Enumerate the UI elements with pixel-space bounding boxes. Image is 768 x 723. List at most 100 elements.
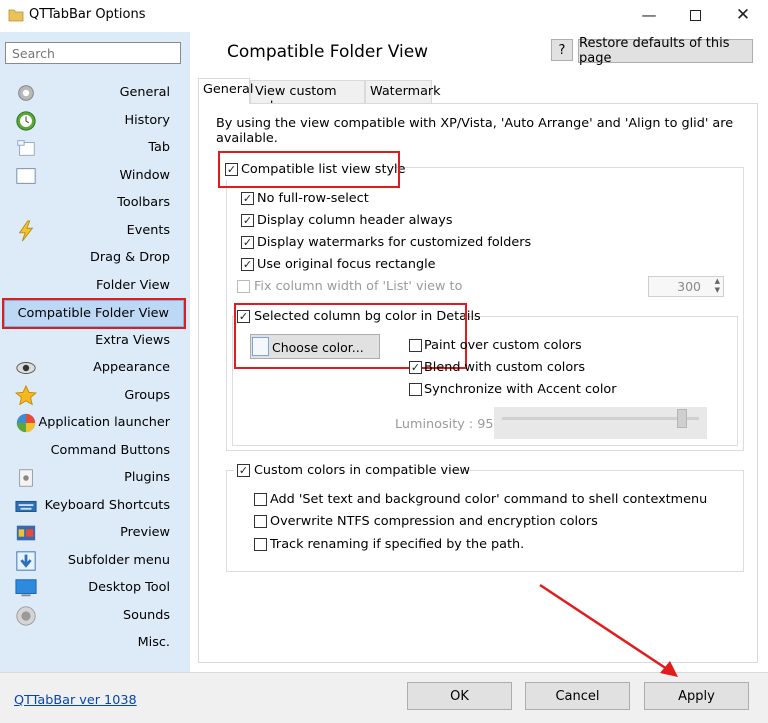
no-full-row-select-checkbox[interactable]: ✓ (241, 192, 254, 205)
sidebar-item-preview[interactable]: Preview (4, 520, 184, 547)
tab-general[interactable]: General (198, 78, 253, 104)
misc-icon (14, 632, 38, 654)
sidebar-item-label: General (119, 85, 170, 100)
fix-column-width-label: Fix column width of 'List' view to (254, 279, 463, 294)
track-renaming-label: Track renaming if specified by the path. (270, 537, 525, 552)
sidebar-item-command-buttons[interactable]: Command Buttons (4, 438, 184, 465)
track-renaming-checkbox[interactable] (254, 538, 267, 551)
sidebar-item-subfolder-menu[interactable]: Subfolder menu (4, 548, 184, 575)
sidebar-item-folder-view[interactable]: Folder View (4, 273, 184, 300)
sidebar-item-general[interactable]: General (4, 80, 184, 107)
paint-over-checkbox[interactable] (409, 339, 422, 352)
lightning-icon (14, 219, 38, 242)
sidebar-item-misc[interactable]: Misc. (4, 630, 184, 657)
custom-colors-label: Custom colors in compatible view (254, 463, 471, 478)
tab-watermark[interactable]: Watermark (365, 80, 441, 103)
help-icon: ? (558, 42, 566, 58)
spinner-arrows-icon[interactable]: ▲ ▼ (715, 277, 720, 295)
star-icon (14, 384, 38, 407)
sidebar-item-label: Sounds (123, 607, 170, 623)
sidebar-item-application-launcher[interactable]: Application launcher (4, 410, 184, 437)
sidebar-item-drag-drop[interactable]: Drag & Drop (4, 245, 184, 272)
close-button[interactable]: ✕ (720, 0, 766, 30)
add-set-color-command-checkbox[interactable] (254, 493, 267, 506)
sidebar-item-plugins[interactable]: Plugins (4, 465, 184, 492)
version-link[interactable]: QTTabBar ver 1038 (14, 693, 137, 708)
no-full-row-select-label: No full-row-select (257, 191, 369, 206)
sidebar-item-label: Application launcher (38, 415, 170, 430)
plugin-icon (14, 467, 38, 489)
sidebar-item-groups[interactable]: Groups (4, 383, 184, 410)
sidebar-item-label: Preview (120, 525, 170, 540)
help-button[interactable]: ? (551, 39, 573, 61)
blend-checkbox[interactable]: ✓ (409, 361, 422, 374)
sidebar-item-label: Subfolder menu (67, 552, 170, 568)
cancel-button[interactable]: Cancel (525, 682, 630, 710)
luminosity-label: Luminosity : 95 (395, 417, 494, 432)
page-title: Compatible Folder View (227, 42, 429, 62)
sidebar-item-sounds[interactable]: Sounds (4, 603, 184, 630)
sidebar-item-events[interactable]: Events (4, 218, 184, 245)
maximize-button[interactable] (672, 0, 718, 30)
display-watermarks-checkbox[interactable]: ✓ (241, 236, 254, 249)
display-column-header-checkbox[interactable]: ✓ (241, 214, 254, 227)
fix-column-width-checkbox[interactable] (237, 280, 250, 293)
column-width-spinner[interactable]: 300 ▲ ▼ (648, 276, 724, 297)
search-input[interactable] (5, 42, 181, 64)
app-launcher-icon (14, 412, 38, 434)
preview-icon (14, 522, 38, 544)
overwrite-ntfs-checkbox[interactable] (254, 515, 267, 528)
sidebar-item-window[interactable]: Window (4, 163, 184, 190)
sidebar-item-appearance[interactable]: Appearance (4, 355, 184, 382)
sidebar-item-label: Toolbars (117, 195, 170, 210)
sidebar-item-label: Command Buttons (50, 442, 170, 458)
folder-view-icon (14, 275, 38, 297)
window-icon (14, 165, 38, 187)
drag-drop-icon (14, 247, 38, 269)
sidebar-item-extra-views[interactable]: Extra Views (4, 328, 184, 355)
slider-rail (502, 417, 699, 420)
sidebar-item-tab[interactable]: Tab (4, 135, 184, 162)
sync-accent-label: Synchronize with Accent color (424, 382, 617, 397)
slider-thumb[interactable] (677, 409, 687, 428)
command-buttons-icon (14, 440, 38, 462)
sidebar-item-label: Plugins (124, 470, 170, 485)
sync-accent-checkbox[interactable] (409, 383, 422, 396)
extra-views-icon (14, 330, 38, 352)
original-focus-rect-checkbox[interactable]: ✓ (241, 258, 254, 271)
window-title: QTTabBar Options (29, 7, 146, 22)
overwrite-ntfs-label: Overwrite NTFS compression and encryptio… (270, 514, 598, 529)
paint-over-label: Paint over custom colors (424, 338, 582, 353)
sidebar-item-label: Desktop Tool (88, 580, 170, 595)
sidebar-item-label: Appearance (93, 360, 170, 375)
ok-button[interactable]: OK (407, 682, 512, 710)
minimize-icon: — (641, 6, 657, 24)
keyboard-icon (14, 495, 38, 517)
annotation-arrow-icon (539, 583, 678, 677)
sidebar-item-label: Drag & Drop (90, 250, 170, 265)
display-column-header-label: Display column header always (257, 213, 453, 228)
subfolder-arrow-icon (14, 550, 38, 572)
close-icon: ✕ (735, 5, 751, 25)
sidebar-item-label: Tab (148, 140, 170, 155)
display-watermarks-label: Display watermarks for customized folder… (257, 235, 532, 250)
luminosity-slider[interactable] (494, 407, 707, 439)
toolbar-icon (14, 192, 38, 214)
sidebar-item-label: Extra Views (95, 332, 170, 348)
sidebar-item-label: Events (126, 222, 170, 238)
restore-defaults-button[interactable]: Restore defaults of this page (578, 36, 753, 66)
sidebar-item-label: History (124, 112, 170, 128)
sidebar-item-label: Groups (124, 387, 170, 403)
minimize-button[interactable]: — (626, 0, 672, 30)
sidebar-item-toolbars[interactable]: Toolbars (4, 190, 184, 217)
sidebar-item-history[interactable]: History (4, 108, 184, 135)
custom-colors-checkbox[interactable]: ✓ (237, 464, 250, 477)
tab-icon (14, 137, 38, 159)
tab-view-custom-colors[interactable]: View custom colors (250, 80, 365, 114)
sidebar-item-keyboard-shortcuts[interactable]: Keyboard Shortcuts (4, 493, 184, 520)
blend-label: Blend with custom colors (424, 360, 586, 375)
sidebar-item-label: Keyboard Shortcuts (44, 497, 170, 513)
sidebar-item-desktop-tool[interactable]: Desktop Tool (4, 575, 184, 602)
apply-button[interactable]: Apply (644, 682, 749, 710)
sidebar-item-label: Window (119, 167, 170, 183)
